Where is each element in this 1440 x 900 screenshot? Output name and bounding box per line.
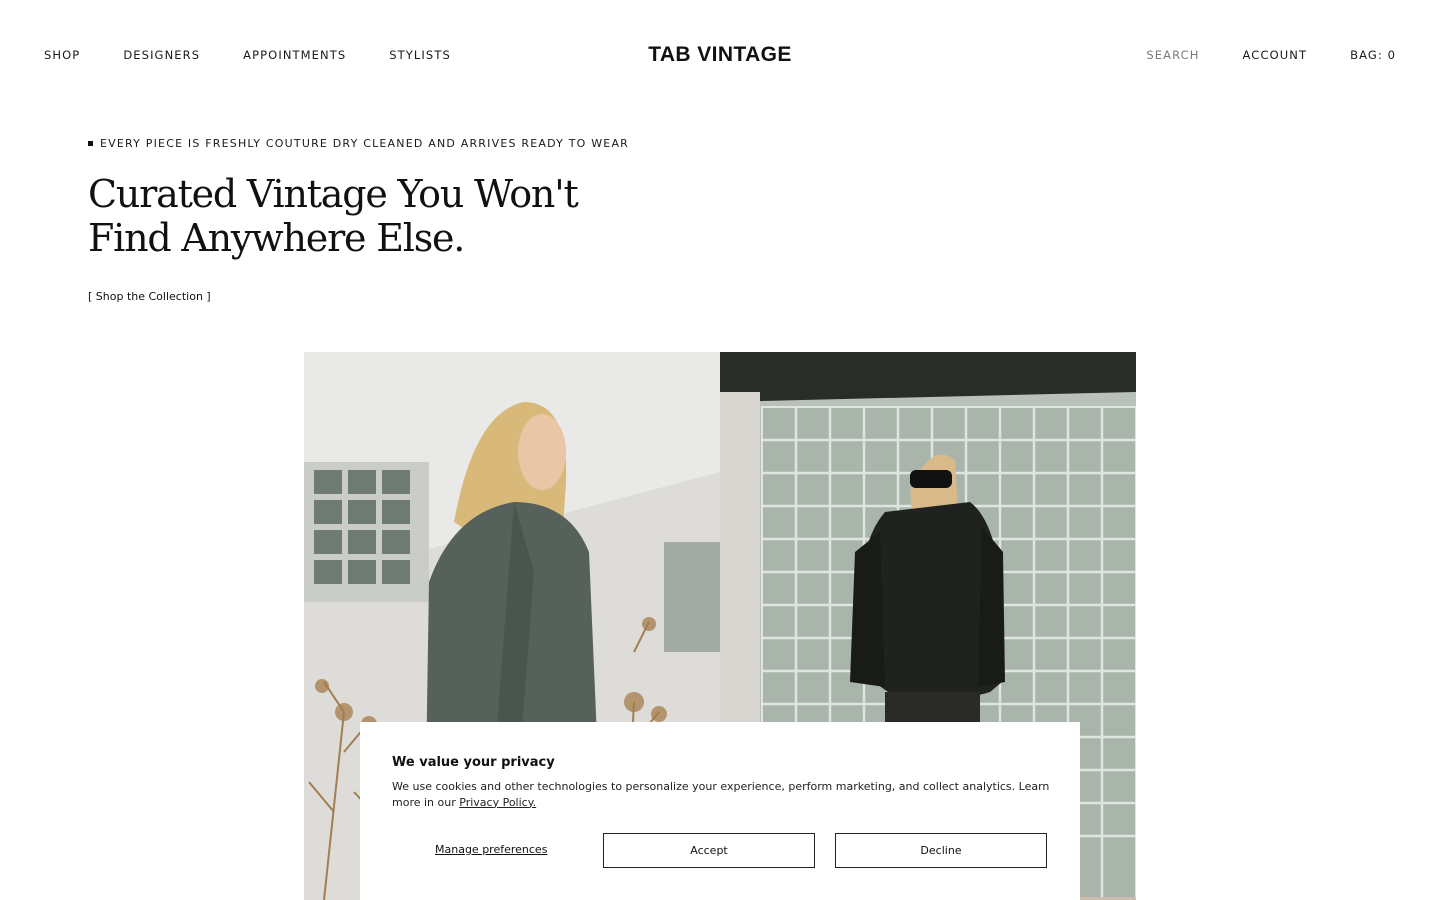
privacy-policy-link[interactable]: Privacy Policy.	[459, 796, 536, 809]
account-link[interactable]: ACCOUNT	[1243, 48, 1308, 62]
square-bullet-icon	[88, 141, 93, 146]
cookie-consent-banner: We value your privacy We use cookies and…	[360, 722, 1080, 900]
hero-headline: Curated Vintage You Won't Find Anywhere …	[88, 172, 579, 260]
search-link[interactable]: SEARCH	[1146, 48, 1199, 62]
manage-preferences-link[interactable]: Manage preferences	[435, 843, 547, 856]
site-logo[interactable]: TAB VINTAGE	[648, 43, 792, 66]
decline-button[interactable]: Decline	[835, 833, 1047, 868]
cookie-title: We value your privacy	[392, 755, 555, 770]
shop-collection-link[interactable]: [ Shop the Collection ]	[88, 290, 211, 303]
bag-link[interactable]: BAG: 0	[1350, 48, 1396, 62]
utility-nav: SEARCH ACCOUNT BAG: 0	[1103, 48, 1396, 62]
site-header: SHOP DESIGNERS APPOINTMENTS STYLISTS TAB…	[0, 0, 1440, 110]
accept-button[interactable]: Accept	[603, 833, 815, 868]
cookie-description: We use cookies and other technologies to…	[392, 779, 1052, 810]
eyebrow-text: EVERY PIECE IS FRESHLY COUTURE DRY CLEAN…	[100, 137, 630, 150]
eyebrow-banner: EVERY PIECE IS FRESHLY COUTURE DRY CLEAN…	[88, 137, 629, 150]
